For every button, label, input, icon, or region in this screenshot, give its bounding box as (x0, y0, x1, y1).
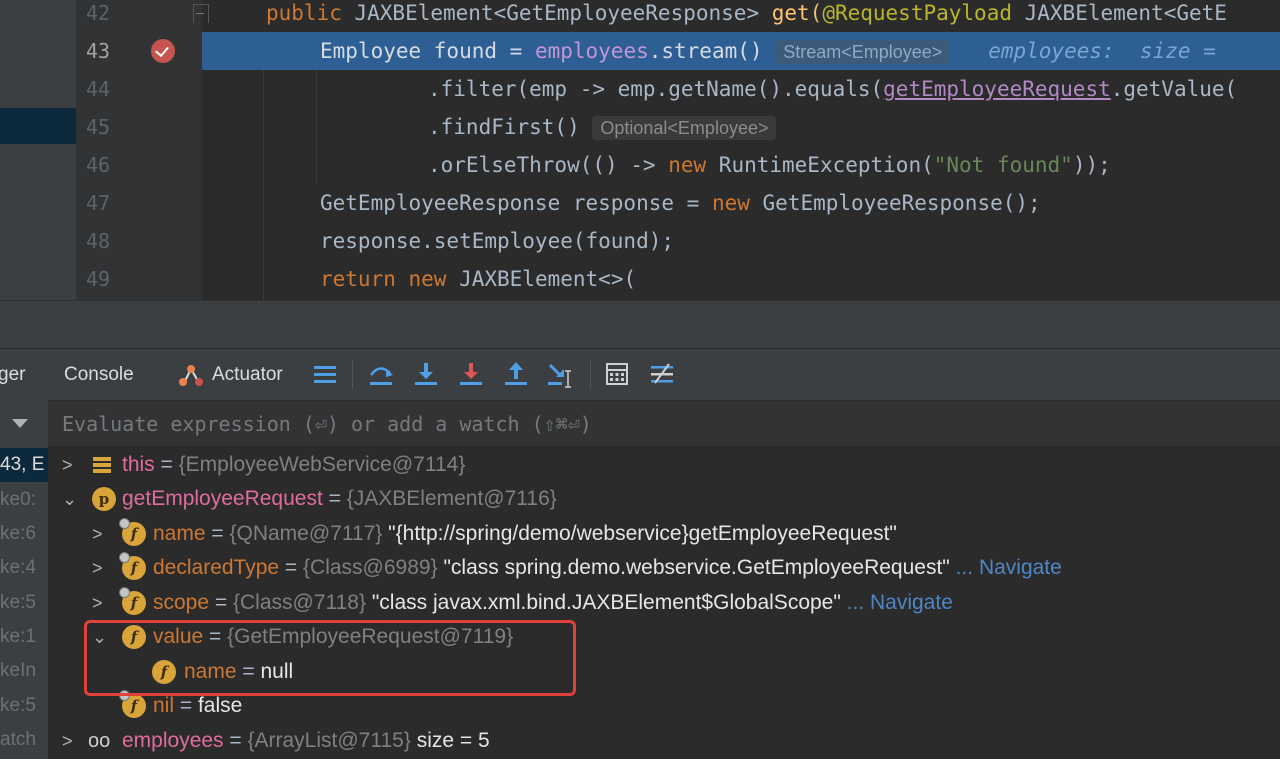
chevron-right-icon[interactable]: > (62, 724, 74, 758)
type-hint: Optional<Employee> (592, 116, 777, 140)
frame-item[interactable]: 43, E (0, 448, 48, 482)
navigate-link[interactable]: ... Navigate (841, 591, 953, 614)
code-line-44: .filter(emp -> emp.getName().equals(getE… (428, 77, 1238, 101)
field-icon: f (119, 690, 146, 718)
variable-row[interactable]: > this = {EmployeeWebService@7114} (62, 448, 465, 482)
indent-guide (263, 70, 264, 300)
code-line-42: public JAXBElement<GetEmployeeResponse> … (266, 1, 1227, 25)
watch-glasses-icon: oo (88, 730, 111, 752)
chevron-down-icon[interactable] (12, 419, 28, 428)
code-line-48: response.setEmployee(found); (320, 229, 675, 253)
field-icon: f (119, 518, 146, 546)
line-number: 48 (86, 229, 111, 253)
line-number: 44 (86, 77, 111, 101)
navigate-link[interactable]: ... Navigate (950, 556, 1062, 579)
variable-row[interactable]: > f declaredType = {Class@6989} "class s… (92, 551, 1062, 585)
tab-actuator[interactable]: Actuator (212, 364, 283, 386)
frame-item[interactable]: atch (0, 723, 48, 757)
code-line-49: return new JAXBElement<>( (320, 267, 637, 291)
line-number: 47 (86, 191, 111, 215)
trace-icon[interactable] (647, 359, 677, 389)
chevron-right-icon[interactable]: > (62, 448, 74, 482)
line-number-current: 43 (86, 39, 111, 63)
variable-row[interactable]: > f name = {QName@7117} "{http://spring/… (92, 517, 897, 551)
panel-divider[interactable] (0, 300, 1280, 349)
run-to-cursor-icon[interactable] (546, 359, 576, 389)
step-over-icon[interactable] (366, 359, 396, 389)
field-icon: f (119, 552, 146, 580)
evaluate-icon[interactable] (602, 359, 632, 389)
frame-item[interactable]: ke:6 (0, 517, 48, 551)
project-panel-selected-row[interactable] (0, 108, 76, 144)
chevron-right-icon[interactable]: > (92, 551, 104, 585)
line-number: 45 (86, 115, 111, 139)
line-number: 46 (86, 153, 111, 177)
code-line-46: .orElseThrow(() -> new RuntimeException(… (428, 153, 1111, 177)
inline-debug-value: employees: size = (988, 39, 1216, 63)
line-number: 42 (86, 1, 111, 25)
frame-item[interactable]: ke:5 (0, 586, 48, 620)
watch-bar: Evaluate expression (⏎) or add a watch (… (48, 400, 1280, 447)
frame-item[interactable]: keIn (0, 654, 48, 688)
code-line-43: Employee found = employees.stream() Stre… (320, 39, 1216, 64)
code-editor[interactable]: 42 43 44 45 46 47 48 49 public JAXBEleme… (0, 0, 1280, 300)
variable-row[interactable]: > f scope = {Class@7118} "class javax.xm… (92, 586, 953, 620)
toolbar-separator (352, 359, 353, 389)
evaluate-expression-input[interactable]: Evaluate expression (⏎) or add a watch (… (62, 408, 592, 440)
variables-tree: > this = {EmployeeWebService@7114} ⌄ p g… (48, 446, 1280, 759)
frame-item[interactable]: ke0: (0, 483, 48, 517)
variable-row[interactable]: ⌄ p getEmployeeRequest = {JAXBElement@71… (62, 482, 557, 516)
indent-guide (316, 70, 317, 184)
frame-item[interactable]: ke:5 (0, 689, 48, 723)
fold-marker-icon[interactable] (193, 4, 209, 23)
parameter-icon: p (92, 487, 116, 511)
toolbar-separator (590, 359, 591, 389)
actuator-icon (179, 365, 203, 386)
type-hint: Stream<Employee> (775, 40, 951, 64)
frames-panel: 43, E ke0: ke:6 ke:4 ke:5 ke:1 keIn ke:5… (0, 400, 48, 759)
breakpoint-icon[interactable] (151, 39, 175, 63)
tab-debugger[interactable]: ger (0, 364, 25, 386)
object-fields-icon (93, 457, 111, 473)
frame-item[interactable]: ke:1 (0, 620, 48, 654)
highlight-annotation-box (84, 620, 576, 696)
variable-row[interactable]: > oo employees = {ArrayList@7115} size =… (62, 724, 490, 758)
line-number: 49 (86, 267, 111, 291)
frame-item[interactable]: ke:4 (0, 551, 48, 585)
code-line-47: GetEmployeeResponse response = new GetEm… (320, 191, 1041, 215)
field-icon: f (119, 587, 146, 615)
code-line-45: .findFirst() Optional<Employee> (428, 108, 777, 146)
frames-dropdown[interactable] (0, 400, 48, 446)
debug-toolbar: ger Console Actuator (0, 348, 1280, 401)
step-into-icon[interactable] (411, 359, 441, 389)
project-panel-edge (0, 0, 76, 300)
step-out-icon[interactable] (501, 359, 531, 389)
chevron-down-icon[interactable]: ⌄ (62, 482, 77, 516)
force-step-into-icon[interactable] (456, 359, 486, 389)
chevron-right-icon[interactable]: > (92, 586, 104, 620)
tab-console[interactable]: Console (64, 364, 134, 386)
threads-icon[interactable] (310, 359, 340, 389)
chevron-right-icon[interactable]: > (92, 517, 104, 551)
